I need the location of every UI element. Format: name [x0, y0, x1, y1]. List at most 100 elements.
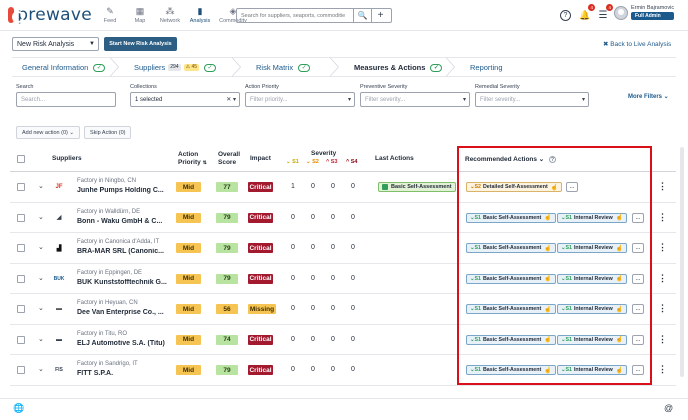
- expand-chevron-icon[interactable]: ⌄: [38, 182, 44, 190]
- supplier-name[interactable]: Bonn - Waku GmbH & C...: [77, 218, 162, 225]
- sev-s1-value: 0: [291, 244, 295, 251]
- nav-network[interactable]: ⁂ Network: [156, 6, 184, 24]
- impact-badge: Critical: [248, 365, 273, 375]
- supplier-name[interactable]: BRA-MAR SRL (Canonic...: [77, 248, 164, 255]
- step-reporting[interactable]: Reporting: [456, 58, 556, 77]
- user-menu[interactable]: Ermin Bajramovic Full Admin: [614, 5, 675, 20]
- nav-map[interactable]: ▦ Map: [126, 6, 154, 24]
- sev-s3-value: 0: [331, 305, 335, 312]
- skip-action-button[interactable]: Skip Action (0): [84, 126, 132, 139]
- impact-badge: Critical: [248, 273, 273, 284]
- preventive-severity-select[interactable]: Filter severity... ▾: [360, 92, 470, 107]
- analysis-select[interactable]: New Risk Analysis ▼: [12, 37, 99, 51]
- step-label: Reporting: [470, 63, 503, 72]
- score-badge: 79: [216, 243, 238, 253]
- kebab-menu-icon[interactable]: ⋮: [658, 334, 667, 345]
- chevron-down-icon: ▾: [347, 97, 351, 103]
- collections-select[interactable]: 1 selected ✕ ▾: [130, 92, 240, 107]
- supplier-name[interactable]: BUK Kunststofftechnik G...: [77, 279, 167, 286]
- supplier-name[interactable]: Junhe Pumps Holding C...: [77, 187, 164, 194]
- kebab-menu-icon[interactable]: ⋮: [658, 303, 667, 314]
- nav-analysis[interactable]: ▮ Analysis: [186, 6, 214, 24]
- filter-bar: Search Search... Collections 1 selected ✕…: [16, 84, 676, 112]
- step-measures-actions[interactable]: Measures & Actions ✓: [340, 57, 456, 77]
- step-separator: [330, 57, 340, 77]
- header-overall-score[interactable]: Overall Score: [218, 151, 246, 167]
- priority-badge: Mid: [176, 212, 201, 223]
- globe-icon[interactable]: 🌐: [13, 403, 24, 414]
- avatar: [614, 5, 628, 20]
- filter-search-input[interactable]: Search...: [16, 92, 116, 107]
- kebab-menu-icon[interactable]: ⋮: [658, 273, 667, 284]
- sev-s4-value: 0: [351, 305, 355, 312]
- bell-icon[interactable]: 🔔 4: [577, 4, 595, 23]
- expand-chevron-icon[interactable]: ⌄: [38, 304, 44, 312]
- remedial-severity-select[interactable]: Filter severity... ▾: [475, 92, 589, 107]
- filter-collections: Collections 1 selected ✕ ▾: [130, 84, 240, 107]
- score-badge: 77: [216, 182, 238, 192]
- filter-label: Collections: [130, 84, 157, 90]
- kebab-menu-icon[interactable]: ⋮: [658, 212, 667, 223]
- score-badge: 79: [216, 365, 238, 375]
- supplier-logo: ▬: [56, 306, 62, 312]
- user-info: Ermin Bajramovic Full Admin: [631, 5, 675, 20]
- warning-badge: ⚠ 45: [183, 64, 200, 71]
- expand-chevron-icon[interactable]: ⌄: [38, 365, 44, 373]
- tasks-icon[interactable]: ☰ 4: [595, 4, 613, 23]
- remedial-severity-placeholder: Filter severity...: [480, 96, 521, 103]
- search-input[interactable]: [237, 12, 353, 19]
- last-action-badge[interactable]: Basic Self-Assessment: [378, 182, 456, 192]
- header-label: Action Priority: [178, 151, 201, 166]
- sev-s3-value: 0: [331, 213, 335, 221]
- kebab-menu-icon[interactable]: ⋮: [658, 364, 667, 375]
- sev-s2-value: 0: [311, 305, 315, 312]
- sev-s1-value: 0: [291, 335, 295, 343]
- kebab-menu-icon[interactable]: ⋮: [658, 181, 667, 192]
- at-icon[interactable]: @: [664, 403, 673, 413]
- header-suppliers[interactable]: Suppliers: [52, 155, 82, 162]
- header-sev-s4: ^ S4: [346, 159, 358, 165]
- add-icon[interactable]: +: [371, 9, 389, 22]
- help-icon[interactable]: ?: [560, 9, 571, 21]
- kebab-menu-icon[interactable]: ⋮: [658, 242, 667, 253]
- expand-chevron-icon[interactable]: ⌄: [38, 335, 44, 343]
- row-checkbox[interactable]: [17, 213, 25, 222]
- start-new-analysis-button[interactable]: Start New Risk Analysis: [104, 37, 177, 51]
- header-impact[interactable]: Impact: [250, 155, 271, 162]
- expand-chevron-icon[interactable]: ⌄: [38, 274, 44, 282]
- last-action-label: Basic Self-Assessment: [391, 184, 452, 190]
- sev-s4-value: 0: [351, 335, 355, 343]
- suppliers-count-badge: 294: [168, 64, 181, 71]
- step-suppliers[interactable]: Suppliers 294 ⚠ 45 ✓: [120, 57, 242, 77]
- filter-action-priority: Action Priority Filter priority... ▾: [245, 84, 355, 107]
- add-new-action-button[interactable]: Add new action (0) ⌄: [16, 126, 80, 139]
- expand-chevron-icon[interactable]: ⌄: [38, 243, 44, 251]
- search-icon[interactable]: 🔍: [353, 9, 371, 22]
- table-scrollbar[interactable]: [680, 147, 684, 377]
- action-priority-select[interactable]: Filter priority... ▾: [245, 92, 355, 107]
- sev-s4-value: 0: [351, 183, 355, 190]
- select-all-checkbox[interactable]: [17, 155, 25, 163]
- back-to-live-analysis-link[interactable]: ✖ Back to Live Analysis: [603, 37, 671, 51]
- supplier-logo: ▟: [56, 245, 62, 252]
- supplier-name[interactable]: FITT S.P.A.: [77, 370, 113, 377]
- supplier-name[interactable]: Dee Van Enterprise Co., ...: [77, 309, 164, 316]
- map-icon: ▦: [135, 6, 145, 16]
- row-checkbox[interactable]: [17, 244, 25, 252]
- row-checkbox[interactable]: [17, 274, 25, 283]
- row-checkbox[interactable]: [17, 183, 25, 191]
- more-filters-button[interactable]: More Filters ⌄: [628, 93, 669, 100]
- header-action-priority[interactable]: Action Priority ⇅: [178, 151, 212, 167]
- row-checkbox[interactable]: [17, 305, 25, 313]
- nav-feed[interactable]: ✎ Feed: [96, 6, 124, 24]
- step-risk-matrix[interactable]: Risk Matrix ✓: [242, 57, 340, 77]
- supplier-name[interactable]: ELJ Automotive S.A. (Titu): [77, 340, 165, 347]
- prewave-logo[interactable]: prewave: [8, 5, 92, 25]
- priority-badge: Mid: [176, 243, 201, 253]
- filter-search: Search Search...: [16, 84, 116, 107]
- row-checkbox[interactable]: [17, 366, 25, 374]
- step-general-information[interactable]: General Information ✓: [12, 57, 120, 77]
- expand-chevron-icon[interactable]: ⌄: [38, 213, 44, 221]
- priority-badge: Mid: [176, 365, 201, 375]
- row-checkbox[interactable]: [17, 335, 25, 344]
